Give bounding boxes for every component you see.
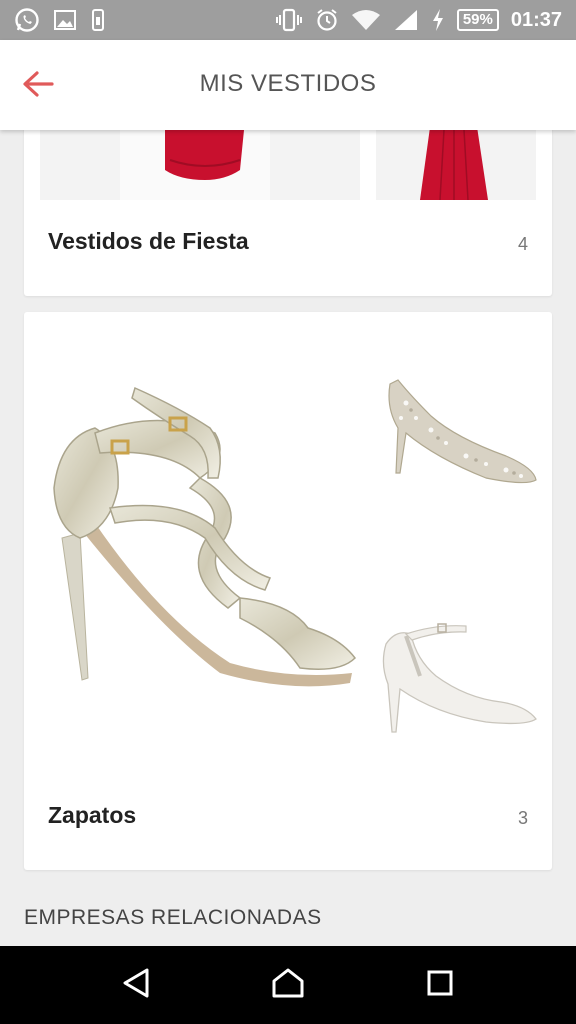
alarm-icon — [315, 8, 339, 32]
status-bar: 59% 01:37 — [0, 0, 576, 40]
status-right-icons: 59% 01:37 — [275, 8, 562, 32]
collection-card-vestidos-fiesta[interactable]: Vestidos de Fiesta 4 — [24, 130, 552, 296]
nav-home-icon — [271, 967, 305, 1004]
battery-level: 59% — [456, 9, 499, 31]
shoe-image-crystal-pump — [376, 368, 544, 498]
dress-thumbnail-large — [40, 130, 360, 200]
nav-back-button[interactable] — [106, 955, 166, 1015]
nav-recents-icon — [426, 969, 454, 1002]
status-left-icons — [14, 7, 106, 33]
charging-icon — [431, 8, 445, 32]
page-title: MIS VESTIDOS — [199, 70, 377, 97]
collection-label: Zapatos — [48, 802, 137, 828]
app-bar: MIS VESTIDOS — [0, 40, 576, 130]
shoe-image-sandal — [40, 328, 376, 752]
nav-home-button[interactable] — [258, 955, 318, 1015]
clock: 01:37 — [510, 8, 562, 31]
related-companies-header: EMPRESAS RELACIONADAS — [24, 906, 322, 929]
whatsapp-icon — [14, 7, 40, 33]
system-nav-bar — [0, 946, 576, 1024]
collection-card-zapatos[interactable]: Zapatos 3 — [24, 312, 552, 870]
collection-count: 3 — [517, 808, 528, 828]
shoe-image-white-pump — [376, 604, 544, 744]
nav-recents-button[interactable] — [410, 955, 470, 1015]
image-icon — [54, 10, 76, 30]
dress-thumbnail-small — [376, 130, 536, 200]
vibrate-icon — [275, 8, 303, 32]
collection-label: Vestidos de Fiesta — [48, 228, 249, 254]
signal-icon — [393, 8, 419, 32]
wifi-icon — [351, 8, 381, 32]
nav-back-icon — [121, 967, 151, 1004]
content-scroll[interactable]: Vestidos de Fiesta 4 Zapatos 3 EMPRESAS … — [0, 130, 576, 946]
phone-storage-icon — [90, 9, 106, 31]
collection-count: 4 — [517, 234, 528, 254]
